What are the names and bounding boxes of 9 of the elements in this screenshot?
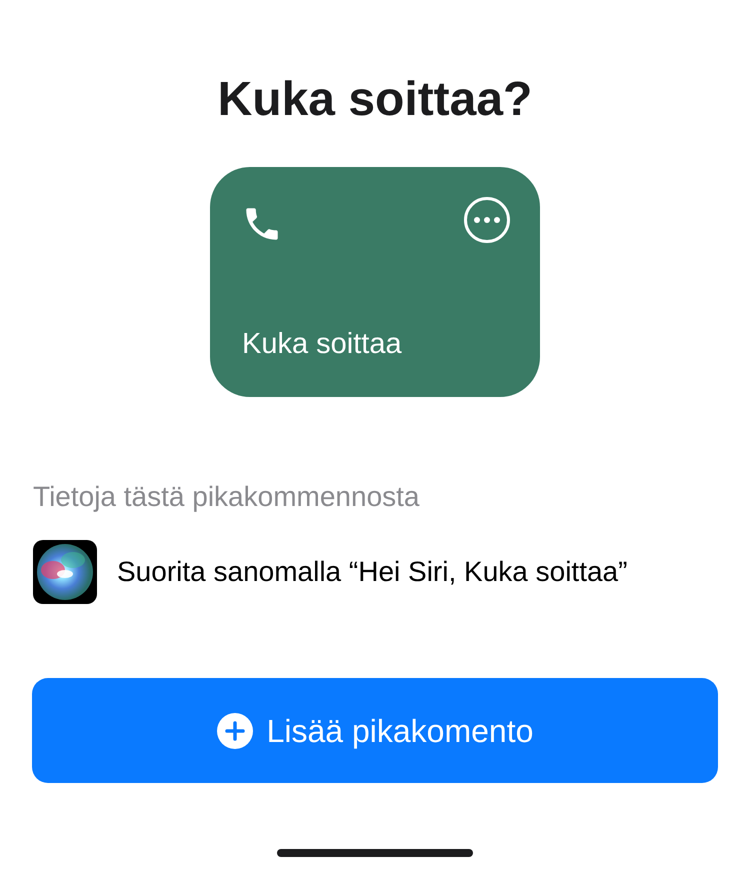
more-button[interactable] [464, 197, 510, 243]
add-shortcut-button[interactable]: Lisää pikakomento [32, 678, 718, 783]
section-label: Tietoja tästä pikakommennosta [33, 480, 420, 514]
siri-phrase: Suorita sanomalla “Hei Siri, Kuka soittaa” [117, 555, 628, 589]
shortcut-card[interactable]: Kuka soittaa [210, 167, 540, 397]
orb-icon [33, 540, 97, 604]
plus-circle-icon [216, 712, 253, 748]
page-title: Kuka soittaa? [218, 72, 532, 128]
shortcut-name: Kuka soittaa [242, 327, 403, 361]
